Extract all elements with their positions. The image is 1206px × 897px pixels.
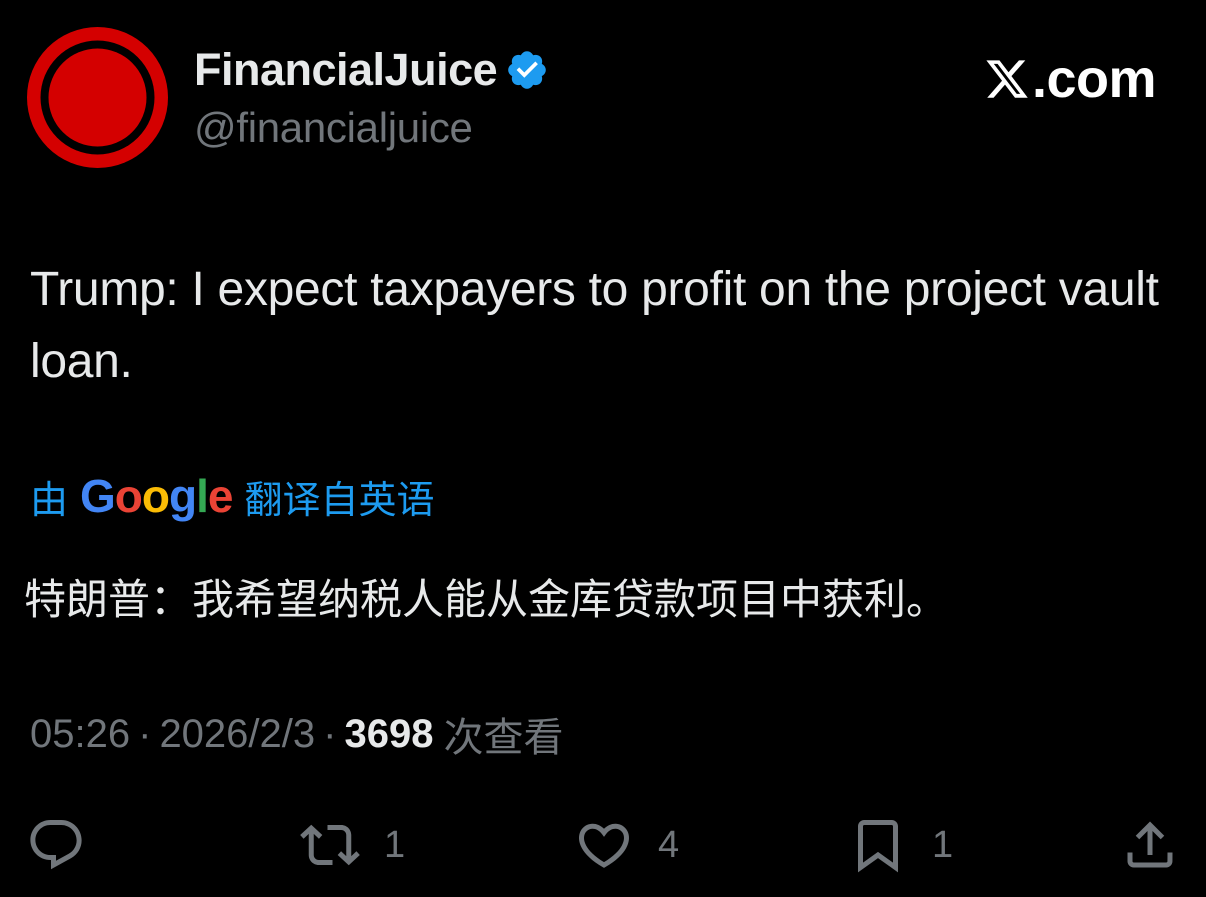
translated-text: 特朗普：我希望纳税人能从金库贷款项目中获利。 xyxy=(24,576,949,623)
bookmark-icon xyxy=(858,820,898,873)
translation-attribution[interactable]: 由 Google 翻译自英语 xyxy=(30,466,435,526)
verified-badge-icon[interactable] xyxy=(505,48,549,92)
site-label: .com xyxy=(1031,49,1157,109)
avatar[interactable] xyxy=(27,27,168,168)
tweet-time[interactable]: 05:26 xyxy=(30,712,130,757)
heart-icon xyxy=(578,823,630,868)
author-block: FinancialJuice @financialjuice xyxy=(194,40,549,152)
google-logo: Google xyxy=(80,470,233,522)
views-count: 3698 xyxy=(344,711,434,756)
reply-button[interactable] xyxy=(26,810,86,880)
x-com-brand: .com xyxy=(984,48,1157,110)
retweet-count: 1 xyxy=(384,823,406,866)
retweet-button[interactable]: 1 xyxy=(300,810,405,880)
bookmark-count: 1 xyxy=(932,823,954,866)
share-icon xyxy=(1127,821,1173,868)
meta-separator: · xyxy=(323,711,337,756)
display-name[interactable]: FinancialJuice xyxy=(194,44,498,96)
translation-suffix: 翻译自英语 xyxy=(244,479,435,522)
views-label: 次查看 xyxy=(443,716,564,760)
user-handle[interactable]: @financialjuice xyxy=(194,104,549,152)
translation-prefix: 由 xyxy=(30,479,69,522)
like-button[interactable]: 4 xyxy=(574,810,679,880)
meta-separator: · xyxy=(138,711,152,756)
reply-icon xyxy=(30,820,82,870)
retweet-icon xyxy=(300,824,360,866)
financialjuice-logo-icon xyxy=(27,27,168,168)
tweet-text: Trump: I expect taxpayers to profit on t… xyxy=(30,263,1159,388)
bookmark-button[interactable]: 1 xyxy=(848,810,953,880)
tweet-date[interactable]: 2026/2/3 xyxy=(159,712,315,757)
action-bar: 1 4 1 xyxy=(0,810,1206,880)
share-button[interactable] xyxy=(1120,810,1180,880)
tweet-meta: 05:26 · 2026/2/3 · 3698 次查看 xyxy=(30,706,563,762)
name-row: FinancialJuice xyxy=(194,40,549,100)
like-count: 4 xyxy=(658,823,680,866)
x-logo-icon xyxy=(986,60,1028,98)
